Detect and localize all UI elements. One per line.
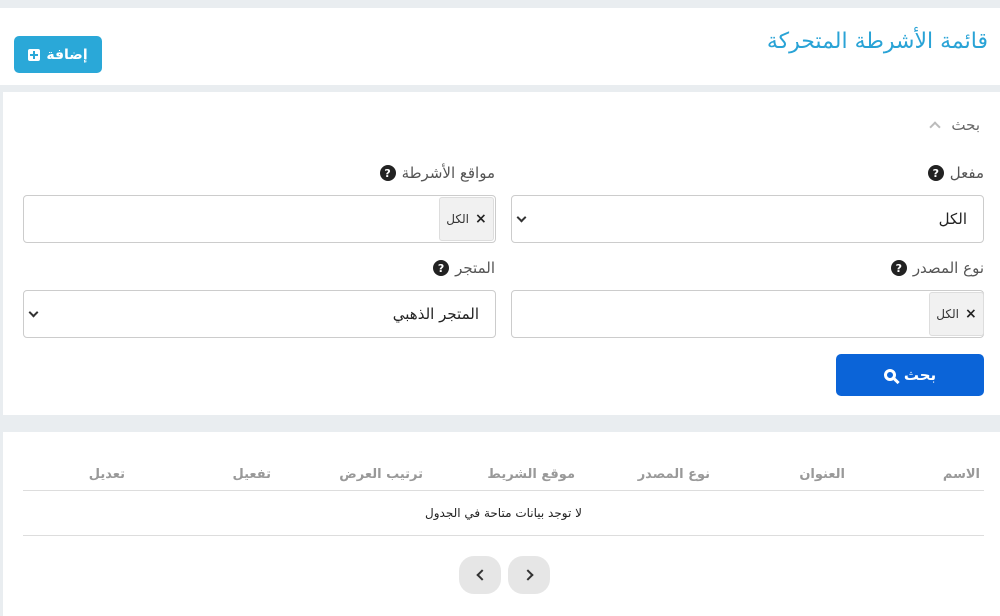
positions-tag: × الكل: [439, 197, 494, 241]
positions-label: مواقع الأشرطة ?: [379, 164, 495, 182]
store-label: المتجر ?: [433, 259, 495, 277]
question-circle-icon[interactable]: ?: [890, 260, 907, 276]
active-label: مفعل ?: [927, 164, 984, 182]
question-circle-icon[interactable]: ?: [379, 165, 396, 181]
column-header-source-type[interactable]: نوع المصدر: [638, 467, 710, 482]
results-table: الاسم العنوان نوع المصدر موقع الشريط ترت…: [3, 432, 1000, 616]
chevron-down-icon: [516, 212, 527, 223]
next-page-button[interactable]: [508, 556, 550, 594]
magnifier-icon: [883, 369, 896, 381]
store-label-text: المتجر: [455, 259, 495, 277]
positions-label-text: مواقع الأشرطة: [401, 164, 495, 182]
search-toggle-label: بحث: [951, 116, 980, 134]
chevron-up-icon: [929, 121, 942, 133]
chevron-right-icon: [521, 569, 534, 581]
remove-tag-icon[interactable]: ×: [965, 306, 977, 322]
source-type-label: نوع المصدر ?: [890, 259, 984, 277]
question-circle-icon[interactable]: ?: [927, 165, 944, 181]
chevron-down-icon: [28, 307, 39, 318]
search-panel: بحث مفعل ? الكل مواقع الأشرطة ? × الكل ن…: [3, 92, 1000, 415]
page-header: قائمة الأشرطة المتحركة إضافة: [0, 8, 1000, 85]
table-empty-row: لا توجد بيانات متاحة في الجدول: [23, 491, 984, 536]
search-button-label: بحث: [903, 366, 937, 384]
remove-tag-icon[interactable]: ×: [475, 211, 487, 227]
search-button[interactable]: بحث: [836, 354, 984, 396]
prev-page-button[interactable]: [459, 556, 501, 594]
active-select[interactable]: الكل: [511, 195, 984, 243]
chevron-left-icon: [475, 569, 488, 581]
question-circle-icon[interactable]: ?: [433, 260, 450, 276]
positions-tag-label: الكل: [446, 212, 469, 226]
active-select-value: الكل: [938, 210, 967, 228]
column-header-edit[interactable]: تعديل: [89, 467, 125, 482]
source-type-tag-label: الكل: [936, 307, 959, 321]
store-select-value: المتجر الذهبي: [392, 305, 479, 323]
column-header-active[interactable]: تفعيل: [233, 467, 272, 482]
column-header-display-order[interactable]: ترتيب العرض: [339, 467, 423, 482]
column-header-title[interactable]: العنوان: [799, 467, 845, 482]
plus-square-icon: [28, 48, 41, 61]
active-label-text: مفعل: [949, 164, 984, 182]
search-toggle[interactable]: بحث: [929, 116, 980, 134]
source-type-tag: × الكل: [929, 292, 984, 336]
positions-multiselect[interactable]: × الكل: [23, 195, 496, 243]
page-title: قائمة الأشرطة المتحركة: [766, 29, 988, 54]
column-header-position[interactable]: موقع الشريط: [487, 467, 575, 482]
add-button[interactable]: إضافة: [14, 36, 102, 73]
store-select[interactable]: المتجر الذهبي: [23, 290, 496, 338]
column-header-name[interactable]: الاسم: [943, 467, 980, 482]
source-type-label-text: نوع المصدر: [912, 259, 984, 277]
source-type-multiselect[interactable]: × الكل: [511, 290, 984, 338]
add-button-label: إضافة: [46, 46, 88, 63]
